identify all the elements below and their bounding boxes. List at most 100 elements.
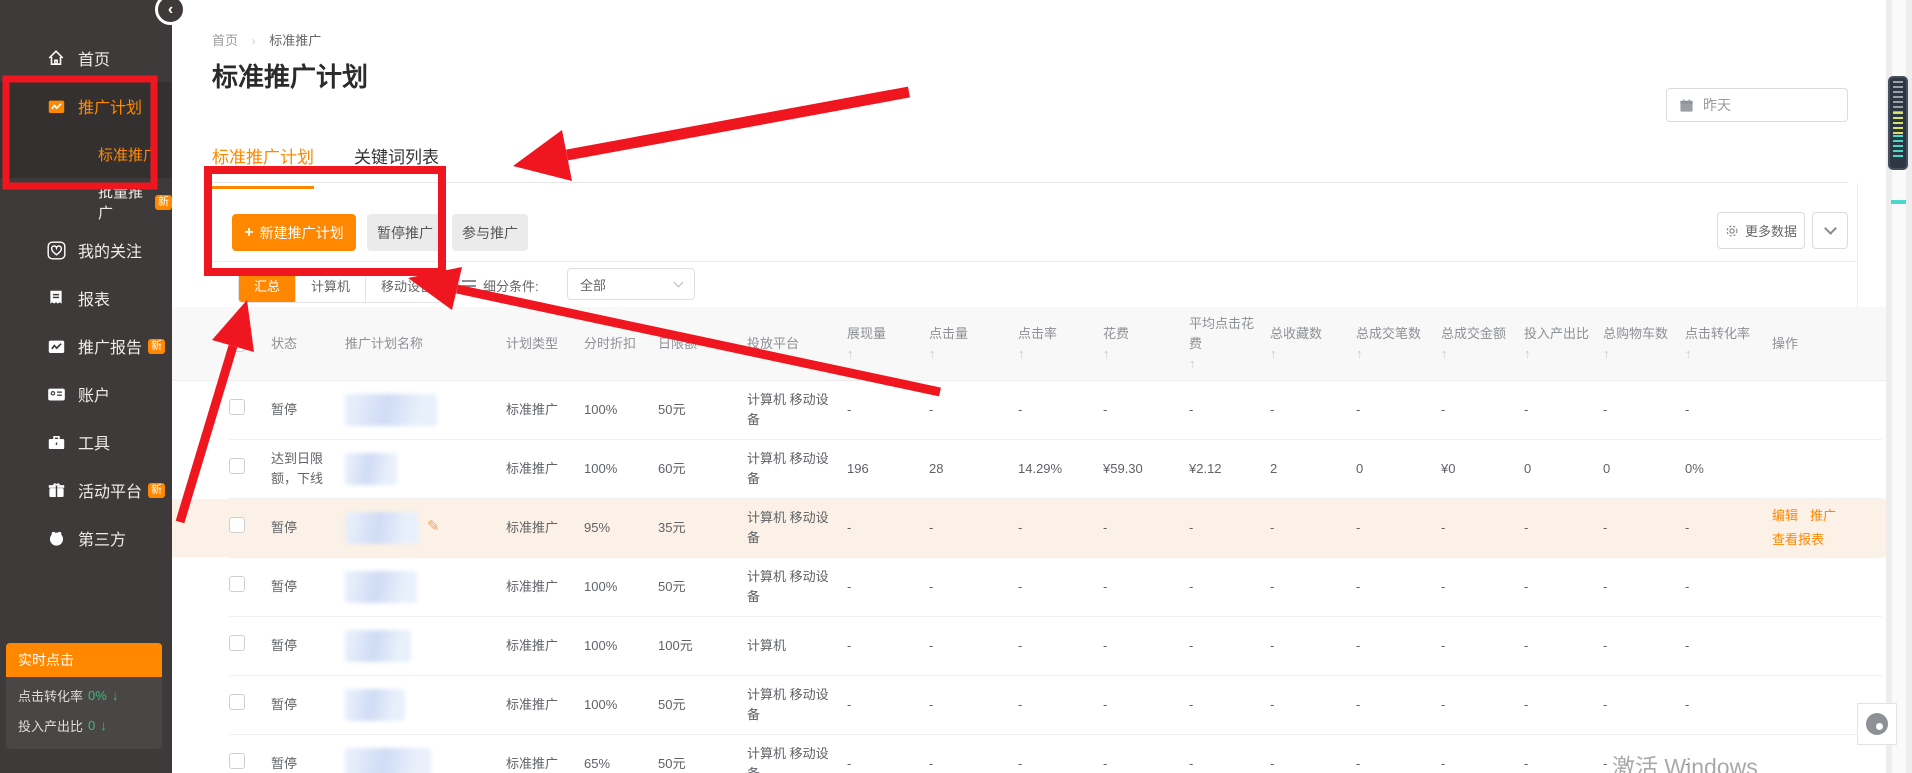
row-checkbox[interactable] [229,517,245,533]
metric-value: - [1441,636,1524,656]
sort-asc-icon[interactable]: ↑ [1441,344,1512,364]
sort-asc-icon[interactable]: ↑ [1270,344,1344,364]
column-header[interactable]: 平均点击花费↑ [1189,307,1270,381]
new-badge: 新 [155,195,172,210]
table-row: 暂停标准推广100%100元计算机----------- [229,617,1882,676]
time-discount-link[interactable]: 95% [584,518,658,538]
metric-value: - [1189,577,1270,597]
metric-value: - [1018,518,1103,538]
sidebar-item-batch-promo[interactable]: 批量推广 新 [0,178,172,226]
plan-status: 暂停 [271,400,345,420]
action-link[interactable]: 查看报表 [1772,530,1824,550]
column-header[interactable]: 花费↑ [1103,307,1189,381]
platform-link[interactable]: 计算机 移动设备 [747,567,847,607]
join-promo-button[interactable]: 参与推广 [452,214,528,251]
sidebar-item-reports[interactable]: 报表 [0,274,172,322]
sidebar-item-account[interactable]: 账户 [0,370,172,418]
device-tab-pc[interactable]: 计算机 [295,269,365,302]
platform-link[interactable]: 计算机 移动设备 [747,508,847,548]
sort-asc-icon[interactable]: ↑ [1524,344,1591,364]
daily-budget-link[interactable]: 100元 [658,636,747,656]
time-discount-link[interactable]: 100% [584,400,658,420]
column-header[interactable]: 总收藏数↑ [1270,307,1356,381]
daily-budget-link[interactable]: 60元 [658,459,747,479]
sort-asc-icon[interactable]: ↑ [1356,344,1429,364]
column-header[interactable]: 展现量↑ [847,307,929,381]
platform-link[interactable]: 计算机 [747,636,847,656]
sidebar-item-standard-promo[interactable]: 标准推广 [0,130,172,178]
sort-asc-icon[interactable]: ↑ [1189,354,1258,374]
daily-budget-link[interactable]: 50元 [658,695,747,715]
daily-budget-link[interactable]: 35元 [658,518,747,538]
plan-name-cell[interactable] [345,394,506,426]
sort-asc-icon[interactable]: ↑ [1685,344,1760,364]
plan-name-cell[interactable] [345,630,506,662]
briefcase-icon [46,432,66,452]
platform-link[interactable]: 计算机 移动设备 [747,390,847,430]
sidebar-item-activity[interactable]: 活动平台 新 [0,466,172,514]
breadcrumb-home[interactable]: 首页 [212,33,238,48]
sort-asc-icon[interactable]: ↑ [847,344,917,364]
row-checkbox[interactable] [229,399,245,415]
platform-link[interactable]: 计算机 移动设备 [747,744,847,773]
plan-name-cell[interactable] [345,571,506,603]
column-header[interactable]: 总购物车数↑ [1603,307,1685,381]
column-header[interactable]: 总成交笔数↑ [1356,307,1441,381]
metric-value: 0% [1685,459,1772,479]
metric-value: - [1270,636,1356,656]
pause-promo-button[interactable]: 暂停推广 [367,214,443,251]
device-tab-mobile[interactable]: 移动设备 [365,269,448,302]
row-checkbox[interactable] [229,635,245,651]
plan-type: 标准推广 [506,577,584,597]
time-discount-link[interactable]: 65% [584,754,658,773]
row-checkbox[interactable] [229,753,245,769]
date-picker[interactable]: 昨天 [1666,88,1848,122]
sidebar-item-promo-report[interactable]: 推广报告 新 [0,322,172,370]
metric-value: - [1018,636,1103,656]
segment-filter-select[interactable]: 全部 [567,268,695,300]
action-link[interactable]: 编辑 [1772,506,1798,526]
more-data-button[interactable]: 更多数据 [1717,212,1805,249]
sort-asc-icon[interactable]: ↑ [929,344,1006,364]
row-checkbox[interactable] [229,458,245,474]
daily-budget-link[interactable]: 50元 [658,577,747,597]
column-header[interactable]: 总成交金额↑ [1441,307,1524,381]
platform-link[interactable]: 计算机 移动设备 [747,449,847,489]
sidebar-item-third-party[interactable]: 第三方 [0,514,172,562]
scrollbar-thumb[interactable] [1888,76,1908,170]
sidebar-item-home[interactable]: 首页 [0,34,172,82]
plan-name-cell[interactable] [345,748,506,773]
toolbar-expand-button[interactable] [1812,212,1848,249]
sort-asc-icon[interactable]: ↑ [1018,344,1091,364]
sort-asc-icon[interactable]: ↑ [1103,344,1177,364]
time-discount-link[interactable]: 100% [584,459,658,479]
sidebar-item-favorites[interactable]: 我的关注 [0,226,172,274]
plan-name-cell[interactable] [345,453,506,485]
screenshot-tool-button[interactable] [1857,703,1897,745]
plan-name-cell[interactable] [345,689,506,721]
time-discount-link[interactable]: 100% [584,577,658,597]
metric-value: - [1603,636,1685,656]
daily-budget-link[interactable]: 50元 [658,754,747,773]
column-header[interactable]: 投入产出比↑ [1524,307,1603,381]
select-all-checkbox[interactable] [229,336,245,352]
campaign-icon [46,96,66,116]
column-header[interactable]: 点击转化率↑ [1685,307,1772,381]
sidebar-item-campaigns[interactable]: 推广计划 [0,82,172,130]
row-checkbox[interactable] [229,694,245,710]
column-header[interactable]: 点击量↑ [929,307,1018,381]
row-checkbox[interactable] [229,576,245,592]
daily-budget-link[interactable]: 50元 [658,400,747,420]
column-header[interactable]: 点击率↑ [1018,307,1103,381]
edit-pencil-icon[interactable]: ✎ [427,518,440,535]
platform-link[interactable]: 计算机 移动设备 [747,685,847,725]
sidebar-item-tools[interactable]: 工具 [0,418,172,466]
device-tab-summary[interactable]: 汇总 [239,269,295,302]
action-link[interactable]: 推广 [1810,506,1836,526]
sort-asc-icon[interactable]: ↑ [1603,344,1673,364]
plan-name-cell[interactable]: ✎ [345,512,506,544]
new-plan-button[interactable]: + 新建推广计划 [232,214,356,251]
time-discount-link[interactable]: 100% [584,695,658,715]
time-discount-link[interactable]: 100% [584,636,658,656]
metric-value: - [847,754,929,773]
